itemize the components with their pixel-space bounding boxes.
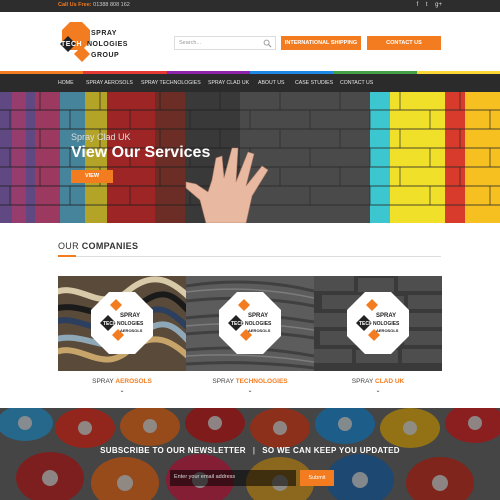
company-card-aerosols[interactable]: SPRAY TECH NOLOGIES AEROSOLS <box>58 276 186 371</box>
phone-number[interactable]: 01388 808 162 <box>93 2 130 8</box>
company-card-clad-uk[interactable]: SPRAY TECH NOLOGIES AEROSOLS <box>314 276 442 371</box>
top-bar: Call Us Free: 01388 808 162 f t g+ <box>0 0 500 12</box>
card-label-prefix: SPRAY <box>212 378 234 385</box>
svg-text:AEROSOLS: AEROSOLS <box>248 328 271 333</box>
chevron-down-icon[interactable]: ⌄ <box>314 387 442 394</box>
call-label: Call Us Free: <box>58 2 92 8</box>
svg-text:AEROSOLS: AEROSOLS <box>376 328 399 333</box>
search-placeholder: Search... <box>179 40 202 46</box>
newsletter-title-b: SO WE CAN KEEP YOU UPDATED <box>262 446 400 455</box>
svg-text:NOLOGIES: NOLOGIES <box>373 321 400 327</box>
nav-item-spray-clad-uk[interactable]: SPRAY CLAD UK <box>208 74 249 92</box>
newsletter-section: SUBSCRIBE TO OUR NEWSLETTER | SO WE CAN KE… <box>0 408 500 500</box>
svg-text:TECH: TECH <box>359 321 373 327</box>
card-label-name: AEROSOLS <box>115 378 152 385</box>
nav-item-spray-technologies[interactable]: SPRAY TECHNOLOGIES <box>141 74 201 92</box>
companies-heading-bold: COMPANIES <box>81 241 139 251</box>
site-logo[interactable]: SPRAY TECH NOLOGIES GROUP <box>58 20 128 68</box>
call-info: Call Us Free: 01388 808 162 <box>58 2 130 8</box>
social-links: f t g+ <box>410 2 442 8</box>
search-input[interactable]: Search... <box>174 36 276 50</box>
svg-text:SPRAY: SPRAY <box>376 313 396 319</box>
international-shipping-button[interactable]: INTERNATIONAL SHIPPING <box>281 36 361 50</box>
main-nav: HOME SPRAY AEROSOLS SPRAY TECHNOLOGIES S… <box>0 74 500 92</box>
card-label-clad-uk[interactable]: SPRAY CLAD UK <box>314 378 442 385</box>
logo-text-group: GROUP <box>91 52 120 59</box>
svg-text:TECH: TECH <box>231 321 245 327</box>
section-accent <box>58 255 76 257</box>
section-divider <box>58 256 441 257</box>
company-badge-icon: SPRAY TECH NOLOGIES AEROSOLS <box>91 292 153 354</box>
card-label-prefix: SPRAY <box>92 378 114 385</box>
nav-item-about-us[interactable]: ABOUT US <box>258 74 284 92</box>
svg-text:NOLOGIES: NOLOGIES <box>117 321 144 327</box>
hero-banner: Spray Clad UK View Our Services VIEW <box>0 92 500 223</box>
nav-item-home[interactable]: HOME <box>58 74 74 92</box>
logo-text-tech: TECH <box>61 41 83 48</box>
svg-text:SPRAY: SPRAY <box>120 313 140 319</box>
logo-text-nologies: NOLOGIES <box>87 41 128 48</box>
newsletter-separator: | <box>252 446 256 455</box>
card-label-name: TECHNOLOGIES <box>235 378 288 385</box>
card-label-prefix: SPRAY <box>351 378 374 385</box>
card-label-name: CLAD UK <box>375 378 405 385</box>
facebook-icon[interactable]: f <box>416 2 418 8</box>
card-label-aerosols[interactable]: SPRAY AEROSOLS <box>58 378 186 385</box>
svg-text:AEROSOLS: AEROSOLS <box>120 328 143 333</box>
nav-item-case-studies[interactable]: CASE STUDIES <box>295 74 333 92</box>
twitter-icon[interactable]: t <box>426 2 428 8</box>
site-header: SPRAY TECH NOLOGIES GROUP Search... INTE… <box>0 12 500 72</box>
nav-item-spray-aerosols[interactable]: SPRAY AEROSOLS <box>86 74 133 92</box>
companies-heading: OUR COMPANIES <box>58 241 138 251</box>
logo-text-spray: SPRAY <box>91 30 117 37</box>
companies-heading-prefix: OUR <box>58 241 79 251</box>
newsletter-title: SUBSCRIBE TO OUR NEWSLETTER | SO WE CAN KE… <box>0 446 500 455</box>
newsletter-title-a: SUBSCRIBE TO OUR NEWSLETTER <box>100 446 246 455</box>
newsletter-submit-button[interactable]: Submit <box>300 470 334 486</box>
svg-text:TECH: TECH <box>103 321 117 327</box>
company-card-technologies[interactable]: SPRAY TECH NOLOGIES AEROSOLS <box>186 276 314 371</box>
card-label-technologies[interactable]: SPRAY TECHNOLOGIES <box>186 378 314 385</box>
svg-text:NOLOGIES: NOLOGIES <box>245 321 272 327</box>
chevron-down-icon[interactable]: ⌄ <box>58 387 186 394</box>
hero-subtitle: Spray Clad UK <box>71 132 131 142</box>
newsletter-email-placeholder: Enter your email address <box>174 474 236 480</box>
company-badge-icon: SPRAY TECH NOLOGIES AEROSOLS <box>219 292 281 354</box>
search-icon[interactable] <box>263 39 272 48</box>
svg-text:SPRAY: SPRAY <box>248 313 268 319</box>
nav-item-contact-us[interactable]: CONTACT US <box>340 74 373 92</box>
company-badge-icon: SPRAY TECH NOLOGIES AEROSOLS <box>347 292 409 354</box>
chevron-down-icon[interactable]: ⌄ <box>186 387 314 394</box>
hero-view-button[interactable]: VIEW <box>71 170 113 183</box>
contact-us-button[interactable]: CONTACT US <box>367 36 441 50</box>
hero-title: View Our Services <box>71 144 211 161</box>
newsletter-email-input[interactable]: Enter your email address <box>170 470 296 486</box>
google-plus-icon[interactable]: g+ <box>435 2 442 8</box>
